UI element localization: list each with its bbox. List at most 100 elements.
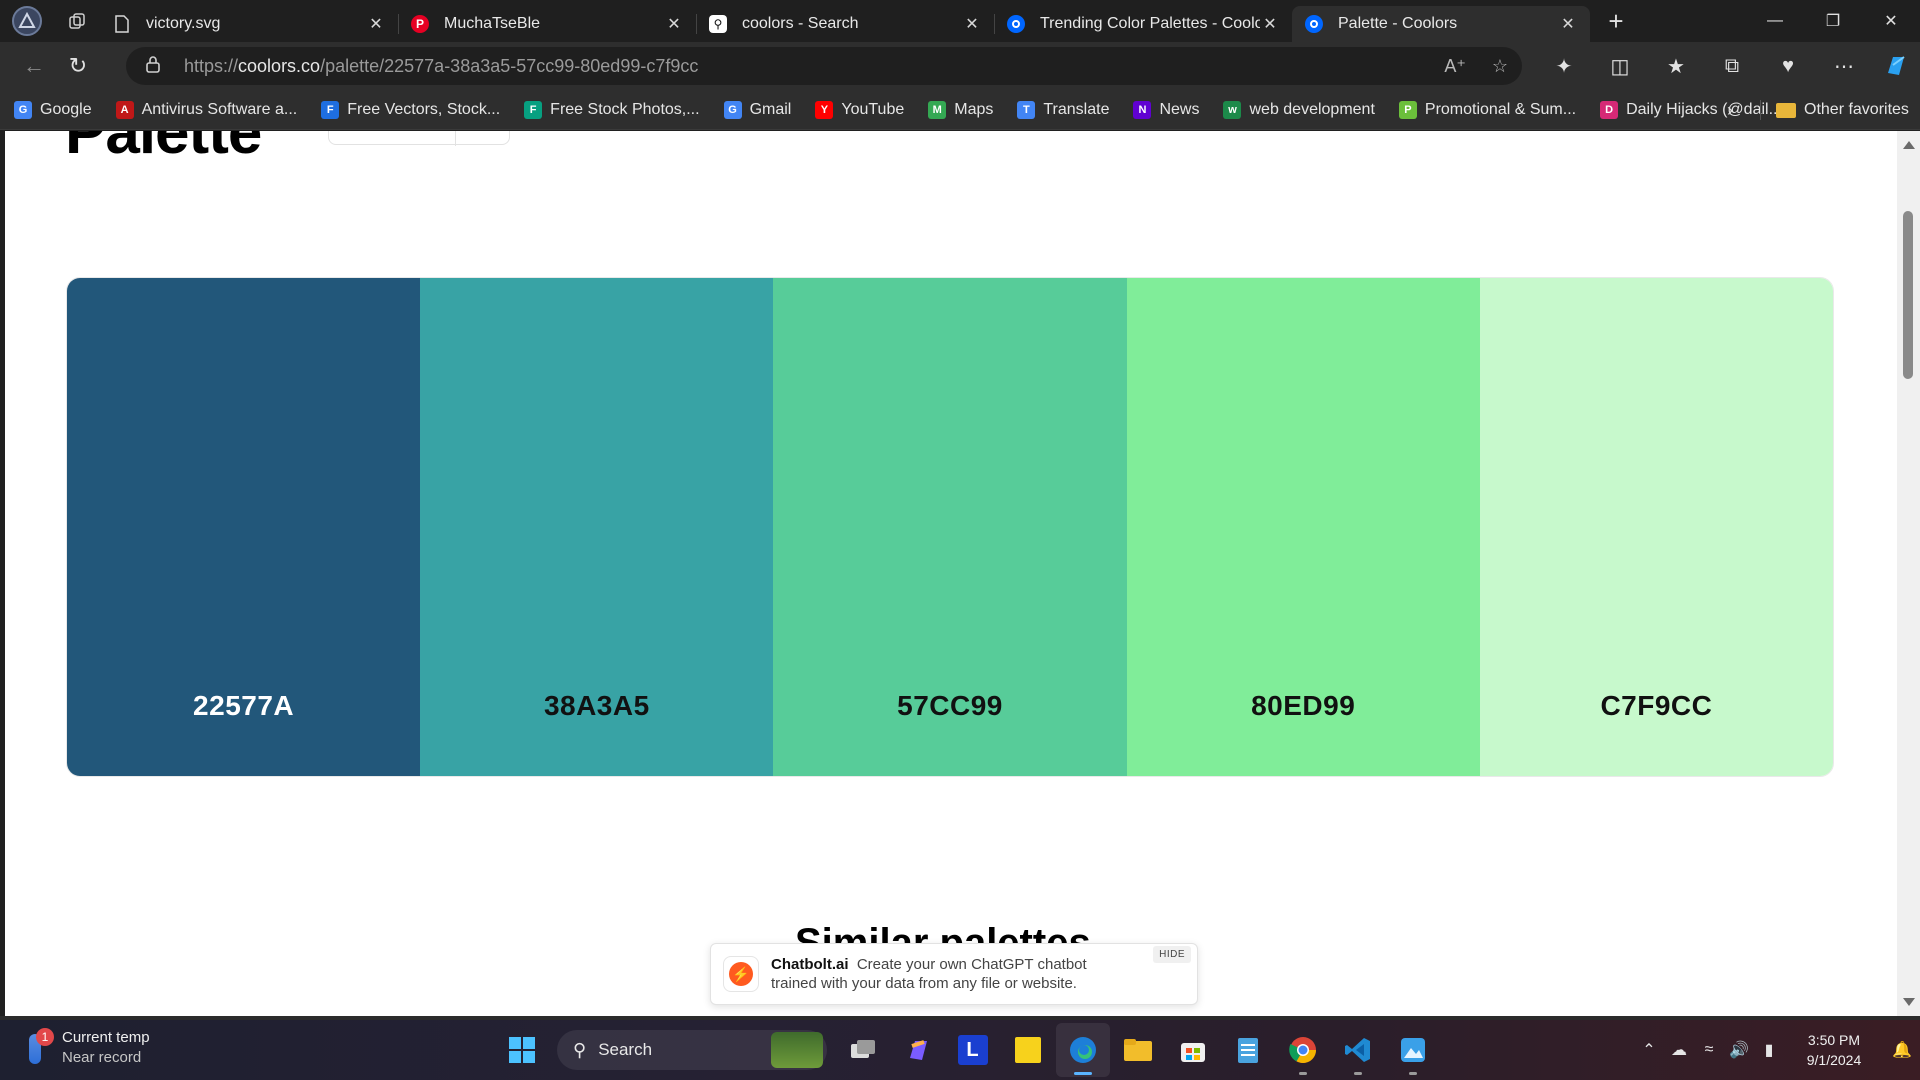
volume-icon[interactable]: 🔊 (1724, 1020, 1754, 1080)
color-swatch[interactable]: 22577A (67, 278, 421, 776)
bookmark-item[interactable]: A Antivirus Software a... (115, 100, 297, 119)
close-tab-icon[interactable]: ✕ (664, 14, 684, 34)
bookmarks-overflow-chevron-icon[interactable]: › (1716, 90, 1744, 130)
copilot-taskbar-button[interactable] (891, 1023, 945, 1077)
swatch-hex-label[interactable]: 22577A (193, 690, 294, 722)
bookmark-item[interactable]: F Free Stock Photos,... (524, 100, 700, 119)
battery-icon[interactable]: ▮ (1754, 1020, 1784, 1080)
close-tab-icon[interactable]: ✕ (1260, 14, 1280, 34)
swatch-hex-label[interactable]: 57CC99 (897, 690, 1003, 722)
task-view-button[interactable] (836, 1023, 890, 1077)
copilot-icon[interactable] (1872, 42, 1920, 90)
bookmark-item[interactable]: P Promotional & Sum... (1398, 100, 1576, 119)
coolors-icon (1304, 14, 1324, 34)
l-app-icon: L (957, 1035, 988, 1065)
browser-essentials-icon[interactable]: ♥ (1760, 42, 1816, 90)
toolbar-buttons-clipped[interactable] (328, 131, 510, 146)
profile-button[interactable] (0, 0, 54, 42)
clock[interactable]: 3:50 PM 9/1/2024 (1784, 1030, 1884, 1070)
browser-tab[interactable]: ⚲ coolors - Search ✕ (696, 6, 995, 42)
close-window-button[interactable]: ✕ (1862, 0, 1920, 42)
close-tab-icon[interactable]: ✕ (1558, 14, 1578, 34)
thermometer-icon: 1 (24, 1028, 54, 1066)
file-explorer-button[interactable] (1111, 1023, 1165, 1077)
chrome-button[interactable] (1276, 1023, 1330, 1077)
notifications-bell-icon[interactable]: 🔔 (1884, 1020, 1920, 1080)
weather-widget[interactable]: 1 Current temp Near record (24, 1028, 150, 1068)
minimize-button[interactable]: — (1746, 0, 1804, 42)
swatch-hex-label[interactable]: 80ED99 (1251, 690, 1355, 722)
ad-hide-button[interactable]: HIDE (1153, 946, 1191, 963)
toolbar-icons: ✦ ◫ ★ ⧉ ♥ ⋯ (1536, 42, 1920, 90)
bookmark-item[interactable]: N News (1133, 100, 1199, 119)
scroll-up-arrow-icon[interactable] (1903, 141, 1915, 149)
page-scrollbar[interactable] (1897, 131, 1920, 1016)
weather-subtitle: Near record (62, 1049, 142, 1066)
more-options-icon[interactable]: ⋯ (1816, 42, 1872, 90)
browser-tab[interactable]: Trending Color Palettes - Coolors ✕ (994, 6, 1293, 42)
close-tab-icon[interactable]: ✕ (366, 14, 386, 34)
other-favorites-label: Other favorites (1804, 101, 1909, 118)
back-button[interactable]: ← (12, 46, 56, 86)
bookmark-label: Google (40, 100, 92, 118)
bookmark-label: Daily Hijacks (@dail... (1626, 100, 1782, 118)
taskbar-search[interactable]: ⚲ Search (557, 1030, 827, 1070)
weather-badge: 1 (36, 1028, 54, 1046)
scroll-down-arrow-icon[interactable] (1903, 998, 1915, 1006)
split-screen-icon[interactable]: ◫ (1592, 42, 1648, 90)
workspaces-button[interactable] (54, 0, 100, 42)
system-tray: ⌃ ☁ ≈ 🔊 ▮ 3:50 PM 9/1/2024 🔔 (1634, 1020, 1920, 1080)
color-swatch[interactable]: 38A3A5 (420, 278, 774, 776)
bookmark-item[interactable]: Y YouTube (815, 100, 904, 119)
bookmark-item[interactable]: D Daily Hijacks (@dail... (1600, 100, 1782, 119)
refresh-button[interactable]: ↻ (56, 46, 100, 86)
read-aloud-icon[interactable]: A⁺ (1444, 56, 1466, 77)
color-swatch[interactable]: 57CC99 (773, 278, 1127, 776)
sticky-notes-button[interactable] (1001, 1023, 1055, 1077)
extensions-icon[interactable]: ✦ (1536, 42, 1592, 90)
edge-taskbar-button[interactable] (1055, 1023, 1110, 1077)
browser-tab[interactable]: Palette - Coolors ✕ (1292, 6, 1590, 42)
ad-line-1: Create your own ChatGPT chatbot (856, 956, 1087, 973)
close-tab-icon[interactable]: ✕ (962, 14, 982, 34)
notepad-button[interactable] (1221, 1023, 1275, 1077)
paint-button[interactable] (1386, 1023, 1440, 1077)
wifi-icon[interactable]: ≈ (1694, 1020, 1724, 1080)
onedrive-cloud-icon[interactable]: ☁ (1664, 1020, 1694, 1080)
restore-button[interactable]: ❐ (1804, 0, 1862, 42)
bookmark-item[interactable]: M Maps (928, 100, 993, 119)
swatch-hex-label[interactable]: C7F9CC (1600, 690, 1712, 722)
bookmark-item[interactable]: G Gmail (723, 100, 791, 119)
new-tab-button[interactable]: + (1596, 1, 1636, 41)
tab-title: Palette - Coolors (1338, 15, 1458, 32)
chatbolt-ad[interactable]: ⚡ Chatbolt.ai Create your own ChatGPT ch… (710, 943, 1198, 1005)
address-bar[interactable]: https://coolors.co/palette/22577a-38a3a5… (126, 47, 1522, 85)
other-favorites-button[interactable]: Other favorites (1776, 90, 1909, 130)
freepik-icon: F (321, 100, 340, 119)
copilot-app-icon (909, 1040, 927, 1060)
search-tab-icon: ⚲ (708, 14, 728, 34)
color-swatch[interactable]: 80ED99 (1126, 278, 1480, 776)
browser-tab[interactable]: victory.svg ✕ (100, 6, 399, 42)
clock-date: 9/1/2024 (1806, 1052, 1862, 1068)
app-l-button[interactable]: L (946, 1023, 1000, 1077)
swatch-hex-label[interactable]: 38A3A5 (544, 690, 650, 722)
scrollbar-thumb[interactable] (1903, 211, 1913, 379)
google-icon: G (723, 100, 742, 119)
tab-title: victory.svg (146, 15, 221, 32)
workspaces-icon (69, 13, 85, 29)
color-swatch[interactable]: C7F9CC (1479, 278, 1833, 776)
url-text: https://coolors.co/palette/22577a-38a3a5… (184, 55, 699, 76)
bookmark-item[interactable]: F Free Vectors, Stock... (321, 100, 500, 119)
favorite-star-icon[interactable]: ☆ (1492, 56, 1508, 77)
store-button[interactable] (1166, 1023, 1220, 1077)
bookmark-item[interactable]: G Google (14, 100, 92, 119)
collections-icon[interactable]: ⧉ (1704, 42, 1760, 90)
favorites-icon[interactable]: ★ (1648, 42, 1704, 90)
bookmark-item[interactable]: w web development (1223, 100, 1375, 119)
vscode-button[interactable] (1331, 1023, 1385, 1077)
browser-tab[interactable]: P MuchaTseBle ✕ (398, 6, 697, 42)
show-hidden-icons-chevron-icon[interactable]: ⌃ (1634, 1020, 1664, 1080)
start-button[interactable] (495, 1023, 549, 1077)
bookmark-item[interactable]: T Translate (1017, 100, 1109, 119)
